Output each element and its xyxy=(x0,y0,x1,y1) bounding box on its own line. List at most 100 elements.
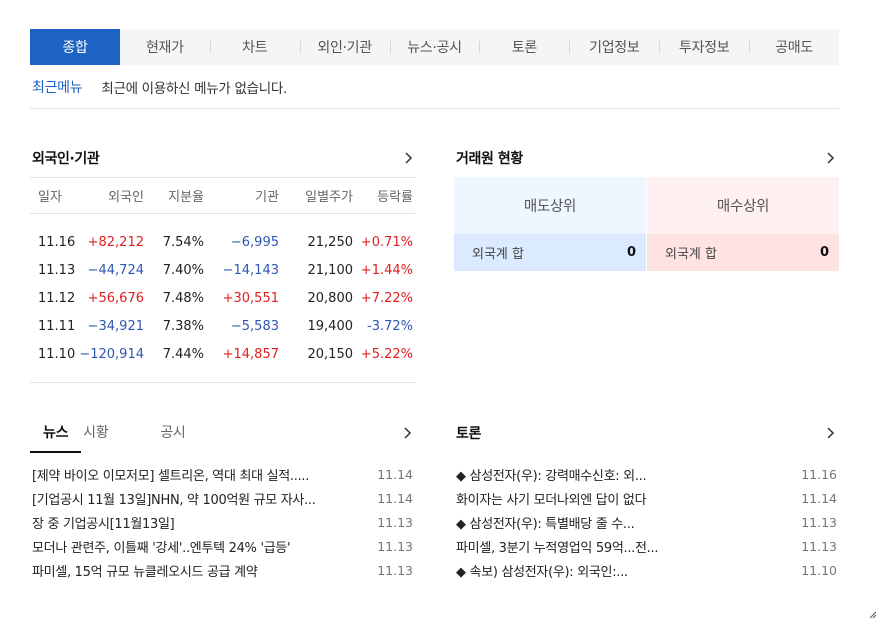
investor-table-header: 일자 외국인 지분율 기관 일별주가 등락률 xyxy=(30,177,415,214)
discussion-title[interactable]: 화이자는 사기 모더나외엔 답이 없다 xyxy=(456,489,647,508)
row-foreign: −120,914 xyxy=(79,346,144,362)
tab-discussion[interactable]: 토론 xyxy=(479,29,569,65)
row-ratio: 7.44% xyxy=(162,346,204,362)
row-change: +1.44% xyxy=(360,262,413,278)
tab-company-info[interactable]: 기업정보 xyxy=(569,29,659,65)
discussion-section-title: 토론 xyxy=(456,426,481,442)
row-date: 11.12 xyxy=(38,290,76,306)
tab-disclosure[interactable]: 공시 xyxy=(148,419,197,453)
discussion-date: 11.13 xyxy=(801,538,837,554)
row-institution: +30,551 xyxy=(222,290,279,306)
news-title[interactable]: 모더나 관련주, 이틀째 '강세'..엔투텍 24% '급등' xyxy=(32,537,291,556)
discussion-more-chevron-icon[interactable] xyxy=(823,425,839,441)
news-title[interactable]: 파미셀, 15억 규모 뉴클레오시드 공급 계약 xyxy=(32,561,258,580)
list-item[interactable]: 모더나 관련주, 이틀째 '강세'..엔투텍 24% '급등' 11.13 xyxy=(32,534,413,558)
tab-current-price[interactable]: 현재가 xyxy=(120,29,210,65)
row-change: +0.71% xyxy=(360,234,413,250)
discussion-list: ◆ 삼성전자(우): 강력매수신호: 외... 11.16 화이자는 사기 모더… xyxy=(456,462,837,582)
recent-menu-empty-text: 최근에 이용하신 메뉴가 없습니다. xyxy=(101,80,287,97)
news-date: 11.13 xyxy=(377,562,413,578)
top-sellers-column: 매도상위 외국계 합 0 xyxy=(454,177,646,271)
main-tab-bar: 종합 현재가 차트 외인·기관 뉴스·공시 토론 기업정보 투자정보 공매도 xyxy=(30,29,839,65)
col-ratio-header: 지분율 xyxy=(168,190,204,205)
row-date: 11.11 xyxy=(38,318,76,334)
resize-corner-icon xyxy=(869,611,877,619)
list-item[interactable]: ◆ 삼성전자(우): 특별배당 줄 수... 11.13 xyxy=(456,510,837,534)
investor-more-chevron-icon[interactable] xyxy=(401,150,417,166)
discussion-date: 11.14 xyxy=(801,490,837,506)
row-date: 11.10 xyxy=(38,346,76,362)
buy-foreign-sum-value: 0 xyxy=(819,245,829,260)
col-foreign-header: 외국인 xyxy=(108,190,144,205)
table-row: 11.12 +56,676 7.48% +30,551 20,800 +7.22… xyxy=(30,284,415,312)
row-foreign: +56,676 xyxy=(87,290,144,306)
discussion-title[interactable]: ◆ 삼성전자(우): 특별배당 줄 수... xyxy=(456,513,635,532)
buy-foreign-sum-label: 외국계 합 xyxy=(665,247,717,262)
row-ratio: 7.48% xyxy=(162,290,204,306)
list-item[interactable]: ◆ 속보) 삼성전자(우): 외국인:... 11.10 xyxy=(456,558,837,582)
row-date: 11.16 xyxy=(38,234,76,250)
news-title[interactable]: 장 중 기업공시[11월13일] xyxy=(32,513,175,532)
tab-foreign-institution[interactable]: 외인·기관 xyxy=(299,29,390,65)
sell-foreign-sum-value: 0 xyxy=(626,245,636,260)
row-change: +5.22% xyxy=(360,346,413,362)
row-foreign: −34,921 xyxy=(87,318,144,334)
discussion-section-header: 토론 xyxy=(456,423,839,443)
investor-section-title: 외국인·기관 xyxy=(32,151,100,167)
row-ratio: 7.40% xyxy=(162,262,204,278)
row-price: 20,150 xyxy=(307,346,354,362)
discussion-date: 11.13 xyxy=(801,514,837,530)
table-row: 11.10 −120,914 7.44% +14,857 20,150 +5.2… xyxy=(30,340,415,368)
news-date: 11.14 xyxy=(377,490,413,506)
discussion-date: 11.16 xyxy=(801,466,837,482)
tab-market[interactable]: 시황 xyxy=(83,419,120,453)
investor-table-body: 11.16 +82,212 7.54% −6,995 21,250 +0.71%… xyxy=(30,214,415,383)
tab-summary[interactable]: 종합 xyxy=(30,29,120,65)
news-title[interactable]: [제약 바이오 이모저모] 셀트리온, 역대 최대 실적..... xyxy=(32,465,309,484)
top-sellers-label: 매도상위 xyxy=(454,177,646,234)
col-change-header: 등락률 xyxy=(377,190,413,205)
row-foreign: +82,212 xyxy=(87,234,144,250)
discussion-title[interactable]: ◆ 속보) 삼성전자(우): 외국인:... xyxy=(456,561,628,580)
tab-news[interactable]: 뉴스 xyxy=(30,419,82,453)
tab-news-disclosure[interactable]: 뉴스·공시 xyxy=(389,29,480,65)
news-more-chevron-icon[interactable] xyxy=(400,425,416,441)
discussion-title[interactable]: 파미셀, 3분기 누적영업익 59억...전... xyxy=(456,537,658,556)
row-ratio: 7.38% xyxy=(162,318,204,334)
list-item[interactable]: 화이자는 사기 모더나외엔 답이 없다 11.14 xyxy=(456,486,837,510)
tab-short-selling[interactable]: 공매도 xyxy=(749,29,839,65)
news-list: [제약 바이오 이모저모] 셀트리온, 역대 최대 실적..... 11.14 … xyxy=(32,462,413,582)
list-item[interactable]: 파미셀, 15억 규모 뉴클레오시드 공급 계약 11.13 xyxy=(32,558,413,582)
col-price-header: 일별주가 xyxy=(305,190,353,205)
row-change: -3.72% xyxy=(367,318,413,334)
table-row: 11.11 −34,921 7.38% −5,583 19,400 -3.72% xyxy=(30,312,415,340)
row-institution: −14,143 xyxy=(222,262,279,278)
discussion-title[interactable]: ◆ 삼성전자(우): 강력매수신호: 외... xyxy=(456,465,647,484)
sell-foreign-sum-label: 외국계 합 xyxy=(472,247,524,262)
row-ratio: 7.54% xyxy=(162,234,204,250)
row-institution: +14,857 xyxy=(222,346,279,362)
row-institution: −5,583 xyxy=(230,318,279,334)
news-title[interactable]: [기업공시 11월 13일]NHN, 약 100억원 규모 자사... xyxy=(32,489,316,508)
broker-panel: 매도상위 외국계 합 0 매수상위 외국계 합 0 xyxy=(454,177,839,271)
discussion-date: 11.10 xyxy=(801,562,837,578)
list-item[interactable]: 파미셀, 3분기 누적영업익 59억...전... 11.13 xyxy=(456,534,837,558)
broker-more-chevron-icon[interactable] xyxy=(823,150,839,166)
broker-section-header: 거래원 현황 xyxy=(456,148,839,168)
broker-section-title: 거래원 현황 xyxy=(456,151,523,167)
tab-chart[interactable]: 차트 xyxy=(209,29,300,65)
investor-table: 일자 외국인 지분율 기관 일별주가 등락률 11.16 +82,212 7.5… xyxy=(30,177,415,383)
recent-menu-label[interactable]: 최근메뉴 xyxy=(32,77,83,97)
row-price: 21,100 xyxy=(307,262,354,278)
list-item[interactable]: [제약 바이오 이모저모] 셀트리온, 역대 최대 실적..... 11.14 xyxy=(32,462,413,486)
row-foreign: −44,724 xyxy=(87,262,144,278)
col-institution-header: 기관 xyxy=(255,190,279,205)
table-row: 11.13 −44,724 7.40% −14,143 21,100 +1.44… xyxy=(30,256,415,284)
row-institution: −6,995 xyxy=(230,234,279,250)
list-item[interactable]: ◆ 삼성전자(우): 강력매수신호: 외... 11.16 xyxy=(456,462,837,486)
tab-investment-info[interactable]: 투자정보 xyxy=(659,29,749,65)
top-buyers-column: 매수상위 외국계 합 0 xyxy=(647,177,839,271)
list-item[interactable]: [기업공시 11월 13일]NHN, 약 100억원 규모 자사... 11.1… xyxy=(32,486,413,510)
list-item[interactable]: 장 중 기업공시[11월13일] 11.13 xyxy=(32,510,413,534)
row-price: 20,800 xyxy=(307,290,354,306)
